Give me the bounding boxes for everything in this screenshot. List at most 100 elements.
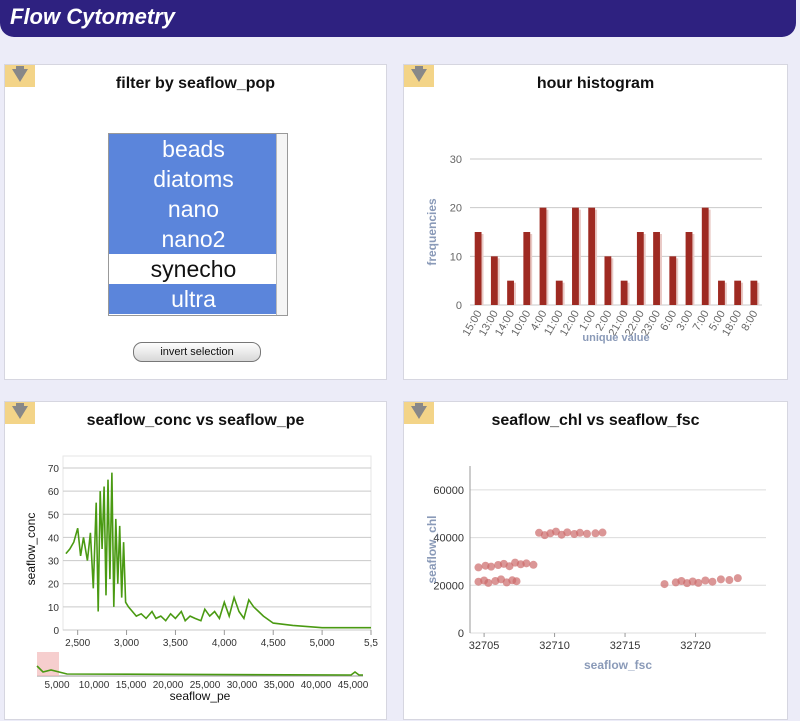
y-axis-label: frequencies bbox=[425, 198, 439, 266]
bar bbox=[685, 232, 693, 305]
x-tick-label: 4,500 bbox=[261, 638, 286, 649]
y-axis-label: seaflow_conc bbox=[24, 513, 38, 586]
bar bbox=[572, 207, 579, 305]
data-point bbox=[512, 577, 521, 586]
data-point bbox=[474, 563, 483, 572]
y-tick-label: 10 bbox=[48, 603, 60, 614]
filter-panel: filter by seaflow_pop beads diatoms nano na… bbox=[4, 64, 387, 380]
data-point bbox=[575, 528, 584, 537]
filter-title: filter by seaflow_pop bbox=[115, 75, 276, 92]
brush-tick-label: 15,000 bbox=[116, 680, 147, 691]
population-listbox[interactable]: beads diatoms nano nano2 synecho ultra bbox=[108, 133, 288, 316]
brush-tick-label: 40,000 bbox=[301, 680, 332, 691]
brush-line bbox=[36, 665, 363, 676]
y-tick-label: 50 bbox=[48, 510, 60, 521]
x-tick-label: 3,500 bbox=[163, 638, 188, 649]
brush-tick-label: 30,000 bbox=[227, 680, 258, 691]
x-tick-label: 32720 bbox=[680, 640, 711, 652]
bar bbox=[604, 256, 612, 305]
x-axis-label: seaflow_pe bbox=[170, 689, 231, 703]
histogram-title: hour histogram bbox=[536, 75, 655, 92]
data-line bbox=[65, 472, 371, 629]
data-point bbox=[694, 578, 703, 587]
y-tick-label: 60000 bbox=[433, 485, 464, 497]
histogram-chart: 010203015:0013:0014:0010:004:0011:0012:0… bbox=[425, 154, 762, 344]
scatter-chart: 020000400006000032705 32710 32715 32720seaf… bbox=[425, 466, 766, 672]
brush-tick-label: 10,000 bbox=[79, 680, 110, 691]
list-item-diatoms[interactable]: diatoms bbox=[109, 164, 278, 194]
app-header: Flow Cytometry bbox=[0, 0, 796, 37]
x-tick-label: 1:00 bbox=[577, 309, 598, 334]
y-tick-label: 30 bbox=[450, 154, 462, 166]
data-point bbox=[708, 577, 717, 586]
y-axis-label: seaflow_chl bbox=[425, 515, 439, 583]
x-tick-label: 3:00 bbox=[674, 309, 695, 334]
y-tick-label: 60 bbox=[48, 487, 60, 498]
bar bbox=[669, 256, 677, 305]
list-item-nano[interactable]: nano bbox=[109, 194, 278, 224]
x-axis-label: unique value bbox=[582, 332, 649, 344]
brush-tick-label: 35,000 bbox=[264, 680, 295, 691]
bar bbox=[653, 232, 660, 305]
y-tick-label: 40 bbox=[48, 533, 60, 544]
data-point bbox=[522, 559, 531, 568]
data-point bbox=[725, 576, 734, 585]
brush-tick-label: 45,000 bbox=[338, 680, 369, 691]
bar bbox=[620, 280, 628, 305]
list-item-nano2[interactable]: nano2 bbox=[109, 224, 278, 254]
bar bbox=[474, 232, 482, 305]
scatter-panel: seaflow_chl vs seaflow_fsc 0 20000 40000 60… bbox=[403, 401, 788, 720]
invert-selection-button[interactable]: invert selection bbox=[133, 342, 261, 362]
x-tick-label: 32710 bbox=[539, 640, 570, 652]
x-tick-label: 2,500 bbox=[65, 638, 90, 649]
bar bbox=[718, 280, 725, 305]
data-point bbox=[598, 528, 607, 537]
y-tick-label: 0 bbox=[53, 626, 59, 637]
bar bbox=[636, 232, 644, 305]
histogram-panel: hour histogram 0 10 20 30 15:00 13:00 14:00 10:… bbox=[403, 64, 788, 380]
bar bbox=[588, 207, 596, 305]
data-point bbox=[582, 529, 591, 538]
bar bbox=[555, 280, 563, 305]
bar bbox=[750, 280, 758, 305]
bar bbox=[701, 207, 709, 305]
line-chart: 0 10 20 30 40 50 60 70 2,500 3,000 3,500 4,000 4,500… bbox=[24, 455, 378, 703]
x-axis-label: seaflow_fsc bbox=[584, 658, 652, 672]
line-panel: seaflow_conc vs seaflow_pe 0 10 20 30 40 50 60… bbox=[4, 401, 387, 720]
y-tick-label: 10 bbox=[450, 251, 462, 263]
brush-selection bbox=[37, 652, 59, 676]
brush-tick-label: 5,000 bbox=[44, 680, 69, 691]
list-item-ultra[interactable]: ultra bbox=[109, 284, 278, 314]
y-tick-label: 70 bbox=[48, 464, 60, 475]
x-tick-label: 32705 bbox=[469, 640, 500, 652]
bar bbox=[490, 256, 498, 305]
y-tick-label: 30 bbox=[48, 557, 60, 568]
scatter-title: seaflow_chl vs seaflow_fsc bbox=[491, 412, 700, 429]
x-tick-label: 8:00 bbox=[739, 309, 760, 334]
data-point bbox=[529, 560, 538, 569]
x-tick-label: 6:00 bbox=[658, 309, 679, 334]
data-point bbox=[487, 562, 496, 571]
line-title: seaflow_conc vs seaflow_pe bbox=[86, 412, 305, 429]
app-title: Flow Cytometry bbox=[10, 4, 176, 29]
x-tick-label: 7:00 bbox=[691, 309, 712, 334]
list-item-beads[interactable]: beads bbox=[109, 134, 278, 164]
bar bbox=[734, 280, 742, 305]
data-point bbox=[701, 576, 710, 585]
bar bbox=[507, 280, 514, 305]
data-point bbox=[660, 580, 669, 589]
data-point bbox=[733, 574, 742, 583]
listbox-scrollbar[interactable] bbox=[276, 134, 287, 315]
list-item-synecho[interactable]: synecho bbox=[109, 254, 278, 284]
data-point bbox=[716, 575, 725, 584]
y-tick-label: 20 bbox=[450, 203, 462, 215]
bar bbox=[523, 232, 531, 305]
x-tick-label: 4,000 bbox=[212, 638, 237, 649]
x-tick-label: 5,5 bbox=[364, 638, 378, 649]
data-point bbox=[591, 529, 600, 538]
data-point bbox=[563, 528, 572, 537]
x-tick-label: 32715 bbox=[610, 640, 641, 652]
y-tick-label: 20 bbox=[48, 580, 60, 591]
bar bbox=[539, 207, 547, 305]
y-tick-label: 0 bbox=[456, 300, 462, 312]
